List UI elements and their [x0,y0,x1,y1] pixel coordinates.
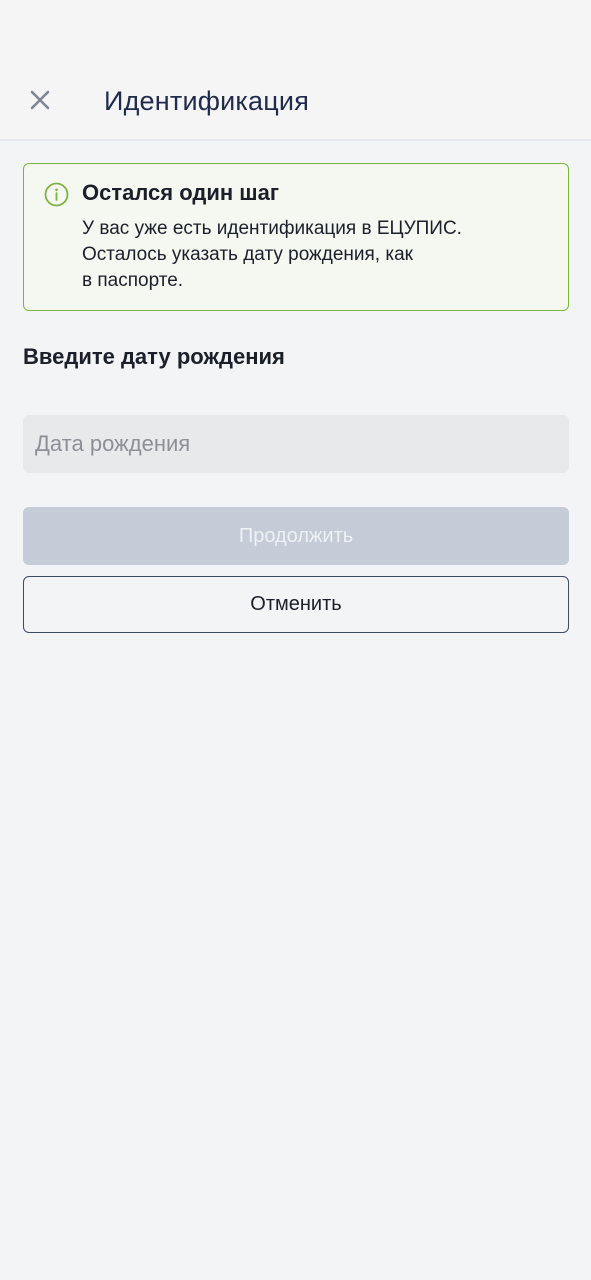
alert-text-line: У вас уже есть идентификация в ЕЦУПИС. [82,218,462,239]
alert-text-line: в паспорте. [82,270,184,291]
alert-text: У вас уже есть идентификация в ЕЦУПИС. О… [82,216,542,294]
close-button[interactable] [24,84,56,116]
cancel-button[interactable]: Отменить [23,576,569,633]
info-circle-icon [44,182,69,207]
continue-button[interactable]: Продолжить [23,507,569,565]
birthdate-input[interactable] [23,415,569,473]
info-alert: Остался один шаг У вас уже есть идентифи… [23,163,569,311]
app-header: Идентификация [0,0,591,141]
section-title: Введите дату рождения [23,344,285,369]
alert-text-line: Осталось указать дату рождения, как [82,244,413,265]
close-icon [30,90,50,110]
alert-title: Остался один шаг [82,180,280,205]
page-title: Идентификация [104,86,310,116]
